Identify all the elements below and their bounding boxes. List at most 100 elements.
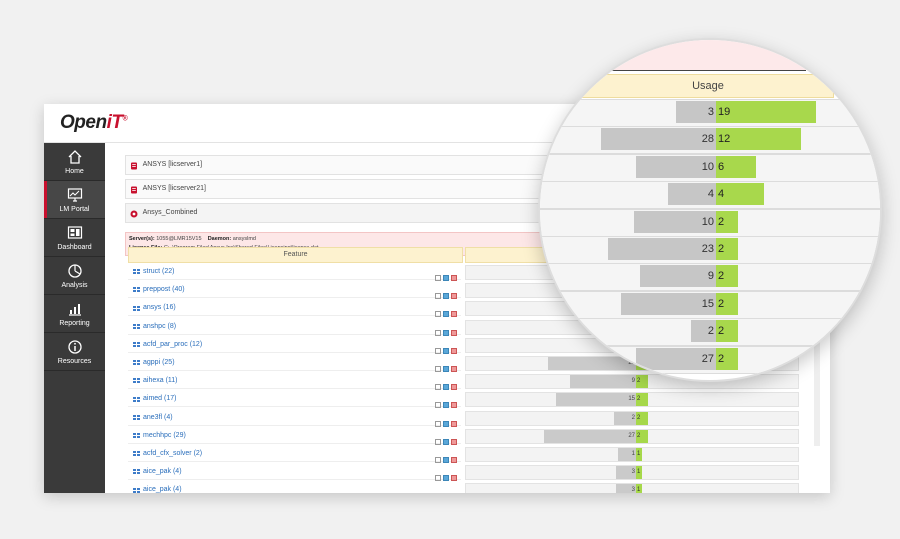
table-icon [132, 431, 140, 438]
chart-icon[interactable] [443, 293, 449, 300]
report-icon[interactable] [435, 347, 441, 354]
feature-name[interactable]: struct (22) [128, 264, 461, 280]
magnified-row: 44 [540, 181, 880, 210]
feature-label: aice_pak (4) [143, 468, 182, 476]
feature-label: acfd_par_proc (12) [143, 340, 203, 348]
export-icon[interactable] [451, 366, 457, 372]
table-icon [132, 304, 140, 311]
chart-icon[interactable] [443, 366, 449, 372]
table-icon [132, 322, 140, 329]
feature-column-header[interactable]: Feature [128, 247, 463, 263]
used-segment: 19 [716, 101, 816, 123]
feature-name[interactable]: aihexa (11) [128, 373, 461, 390]
usage-bar: 27 2 [465, 428, 799, 444]
used-segment: 4 [716, 183, 764, 206]
chart-icon[interactable] [443, 329, 449, 336]
sidebar-item-dashboard[interactable]: Dashboard [44, 219, 105, 257]
sidebar-item-lm-portal[interactable]: LM Portal [44, 181, 105, 219]
logo-accent: iT [106, 112, 123, 133]
panel-label: Ansys_Combined [142, 209, 198, 216]
report-icon[interactable] [435, 384, 441, 391]
report-icon[interactable] [435, 275, 441, 281]
sidebar-item-reporting[interactable]: Reporting [44, 295, 105, 333]
magnifier-lens: Usage 3 19 28 12 10 6 4 4 10 2 23 2 9 2 15 2 2 2 27 2 [538, 38, 882, 382]
export-icon[interactable] [451, 402, 457, 409]
report-icon[interactable] [435, 438, 441, 445]
chart-icon[interactable] [443, 457, 449, 463]
available-segment: 9 [640, 265, 716, 288]
used-segment: 1 [636, 448, 642, 461]
sidebar-item-home[interactable]: Home [44, 143, 105, 181]
feature-name[interactable]: aice_pak (4) [128, 464, 461, 481]
report-icon[interactable] [435, 475, 441, 482]
report-icon[interactable] [435, 457, 441, 463]
chart-icon[interactable] [443, 311, 449, 318]
report-icon[interactable] [435, 420, 441, 427]
chart-icon[interactable] [443, 347, 449, 354]
table-icon [132, 395, 140, 402]
available-segment: 3 [676, 101, 716, 123]
panel-label: ANSYS [licserver21] [142, 185, 206, 192]
export-icon[interactable] [451, 384, 457, 391]
feature-name[interactable]: acfd_cfx_solver (2) [128, 446, 461, 462]
report-icon[interactable] [435, 329, 441, 336]
sidebar-item-analysis[interactable]: Analysis [44, 257, 105, 295]
used-segment: 2 [636, 375, 648, 389]
chart-icon[interactable] [443, 475, 449, 482]
sidebar-item-label: Resources [57, 357, 92, 365]
lens-divider [612, 70, 806, 71]
table-row: aice_pak (4) 3 1 [128, 482, 830, 493]
panel-label: ANSYS [licserver1] [142, 161, 203, 168]
export-icon[interactable] [451, 475, 457, 482]
feature-name[interactable]: preppost (40) [128, 282, 461, 299]
logo-mark: ® [122, 115, 128, 123]
magnified-row: 28 12 [540, 126, 880, 155]
chart-icon[interactable] [443, 420, 449, 427]
home-icon [68, 149, 81, 164]
feature-name[interactable]: ane3fl (4) [128, 410, 461, 426]
export-icon[interactable] [451, 275, 457, 281]
report-icon[interactable] [435, 311, 441, 318]
available-segment: 27 [544, 429, 636, 443]
export-icon[interactable] [451, 420, 457, 427]
sidebar: Home LM Portal Dashboard Analysis Report… [44, 143, 105, 493]
table-row: acfd_cfx_solver (2) 1 1 [128, 446, 830, 463]
available-segment: 15 [556, 393, 636, 407]
openit-logo[interactable]: OpeniT® [60, 112, 128, 134]
feature-name[interactable]: mechhpc (29) [128, 428, 461, 444]
monitor-chart-icon [67, 187, 82, 202]
available-segment: 9 [570, 375, 636, 389]
export-icon[interactable] [451, 329, 457, 336]
export-icon[interactable] [451, 457, 457, 463]
report-icon[interactable] [435, 402, 441, 409]
report-icon[interactable] [435, 293, 441, 300]
chart-icon[interactable] [443, 438, 449, 445]
feature-name[interactable]: aice_pak (4) [128, 482, 461, 493]
feature-name[interactable]: anshpc (8) [128, 319, 461, 335]
available-segment: 4 [668, 183, 716, 206]
table-icon [132, 268, 140, 275]
feature-name[interactable]: acfd_par_proc (12) [128, 337, 461, 353]
usage-bar: 22 [465, 410, 799, 426]
available-segment: 1 [618, 448, 636, 461]
table-icon [132, 468, 140, 475]
chart-icon[interactable] [443, 384, 449, 391]
feature-name[interactable]: agppi (25) [128, 355, 461, 371]
feature-label: ane3fl (4) [143, 413, 173, 421]
report-icon[interactable] [435, 366, 441, 372]
feature-label: agppi (25) [143, 359, 175, 366]
export-icon[interactable] [451, 311, 457, 318]
export-icon[interactable] [451, 347, 457, 354]
feature-name[interactable]: aimed (17) [128, 391, 461, 408]
available-segment: 27 [636, 347, 716, 370]
used-segment: 2 [716, 238, 738, 260]
feature-name[interactable]: ansys (16) [128, 300, 461, 317]
chart-icon[interactable] [443, 275, 449, 281]
export-icon[interactable] [451, 438, 457, 445]
chart-icon[interactable] [443, 402, 449, 409]
export-icon[interactable] [451, 293, 457, 300]
sidebar-item-resources[interactable]: Resources [44, 333, 105, 371]
servers-value: 1055@LMR15V15 [156, 236, 202, 242]
feature-label: preppost (40) [143, 286, 185, 294]
feature-label: aimed (17) [143, 395, 177, 403]
